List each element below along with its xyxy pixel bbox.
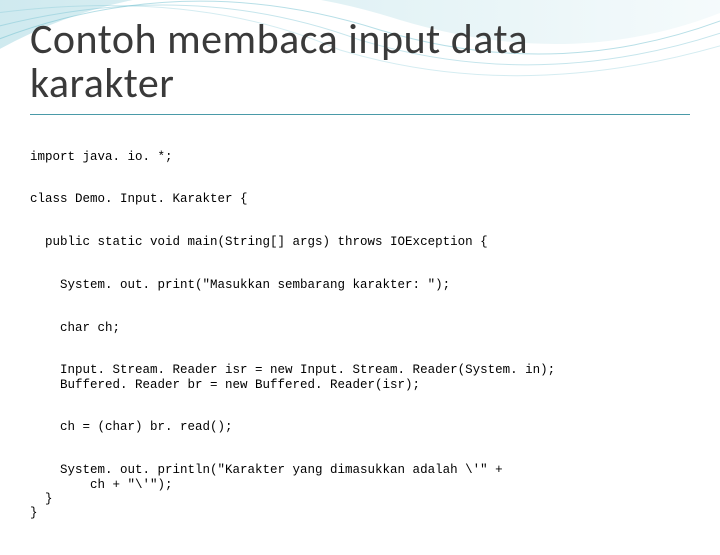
code-line: import java. io. *; [30,150,173,164]
code-line: ch + "\'"); [30,478,173,492]
code-line: Buffered. Reader br = new Buffered. Read… [30,378,420,392]
code-block: import java. io. *; class Demo. Input. K… [30,135,690,535]
code-line: System. out. print("Masukkan sembarang k… [30,278,450,292]
code-line: } [30,492,53,506]
code-line: ch = (char) br. read(); [30,420,233,434]
title-underline [30,114,690,115]
code-line: char ch; [30,321,120,335]
title-line-2: karakter [30,58,174,109]
code-line: } [30,506,38,520]
code-line: System. out. println("Karakter yang dima… [30,463,503,477]
code-line: Input. Stream. Reader isr = new Input. S… [30,363,555,377]
code-line: public static void main(String[] args) t… [30,235,488,249]
slide-title: Contoh membaca input data karakter [30,18,690,106]
code-line: class Demo. Input. Karakter { [30,192,248,206]
